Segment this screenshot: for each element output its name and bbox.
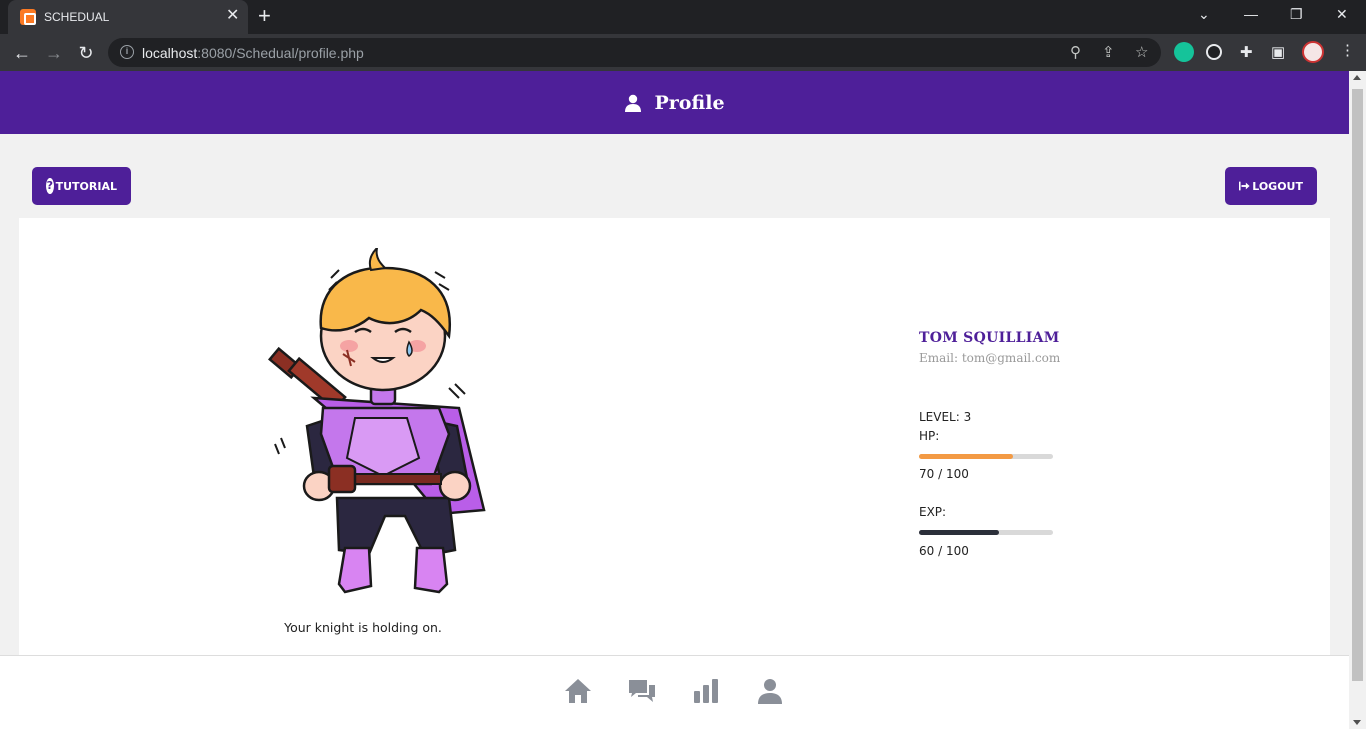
stats-icon[interactable] — [691, 676, 721, 706]
level-text: LEVEL: 3 — [919, 410, 972, 424]
bookmark-star-icon[interactable]: ☆ — [1135, 43, 1148, 61]
user-icon — [625, 94, 642, 112]
minimize-icon[interactable]: — — [1244, 6, 1258, 22]
logout-label: LOGOUT — [1252, 179, 1303, 193]
tutorial-button[interactable]: ? TUTORIAL — [32, 167, 131, 205]
back-icon[interactable]: ← — [10, 41, 34, 65]
tutorial-label: TUTORIAL — [55, 179, 117, 193]
profile-avatar-icon[interactable] — [1302, 41, 1324, 63]
hp-bar-fill — [919, 454, 1013, 459]
extensions-puzzle-icon[interactable]: ✚ — [1240, 43, 1253, 61]
exp-value: 60 / 100 — [919, 544, 969, 558]
site-info-icon[interactable]: i — [120, 45, 134, 59]
bottom-navigation — [0, 655, 1349, 729]
page-header: Profile — [0, 71, 1349, 134]
user-name: TOM SQUILLIAM — [919, 330, 1060, 346]
logout-button[interactable]: LOGOUT — [1225, 167, 1317, 205]
url-text[interactable]: localhost:8080/Schedual/profile.php — [142, 45, 364, 61]
knight-status-caption: Your knight is holding on. — [284, 620, 442, 635]
exp-bar — [919, 530, 1053, 535]
hp-label: HP: — [919, 429, 940, 443]
logout-icon — [1239, 181, 1250, 191]
side-panel-icon[interactable]: ▣ — [1271, 43, 1285, 61]
xampp-favicon-icon — [20, 9, 36, 25]
grammarly-extension-icon[interactable] — [1174, 42, 1194, 62]
browser-tabbar: SCHEDUAL ✕ + ⌄ — ❐ ✕ — [0, 0, 1366, 34]
exp-label: EXP: — [919, 505, 947, 519]
chat-icon[interactable] — [627, 676, 657, 706]
reload-icon[interactable]: ↻ — [74, 41, 98, 65]
zoom-icon[interactable]: ⚲ — [1070, 43, 1081, 61]
scroll-up-icon[interactable] — [1353, 75, 1361, 80]
profile-card: Your knight is holding on. TOM SQUILLIAM… — [19, 218, 1330, 678]
page-scrollbar[interactable] — [1349, 71, 1366, 729]
close-window-icon[interactable]: ✕ — [1336, 6, 1348, 23]
page: Profile ? TUTORIAL LOGOUT Your knight is… — [0, 71, 1349, 729]
w-extension-icon[interactable] — [1206, 44, 1222, 60]
scrollbar-thumb[interactable] — [1352, 89, 1363, 681]
tab-search-chevron-icon[interactable]: ⌄ — [1198, 6, 1210, 23]
knight-avatar-image — [268, 248, 486, 594]
home-icon[interactable] — [563, 676, 593, 706]
page-title: Profile — [654, 91, 725, 114]
tab-title: SCHEDUAL — [44, 10, 110, 24]
address-bar[interactable]: i localhost:8080/Schedual/profile.php ⚲ … — [108, 38, 1161, 67]
tab-close-icon[interactable]: ✕ — [226, 8, 239, 24]
user-email: Email: tom@gmail.com — [919, 351, 1061, 365]
restore-icon[interactable]: ❐ — [1290, 6, 1303, 23]
share-icon[interactable]: ⇪ — [1102, 43, 1115, 61]
hp-bar — [919, 454, 1053, 459]
browser-toolbar: ← → ↻ i localhost:8080/Schedual/profile.… — [0, 34, 1366, 71]
browser-tab[interactable]: SCHEDUAL ✕ — [8, 0, 248, 34]
question-icon: ? — [46, 178, 54, 194]
new-tab-icon[interactable]: + — [258, 4, 271, 28]
menu-kebab-icon[interactable]: ⋮ — [1340, 41, 1355, 59]
exp-bar-fill — [919, 530, 1000, 535]
scroll-down-icon[interactable] — [1353, 720, 1361, 725]
forward-icon[interactable]: → — [42, 41, 66, 65]
profile-icon[interactable] — [755, 676, 785, 706]
hp-value: 70 / 100 — [919, 467, 969, 481]
